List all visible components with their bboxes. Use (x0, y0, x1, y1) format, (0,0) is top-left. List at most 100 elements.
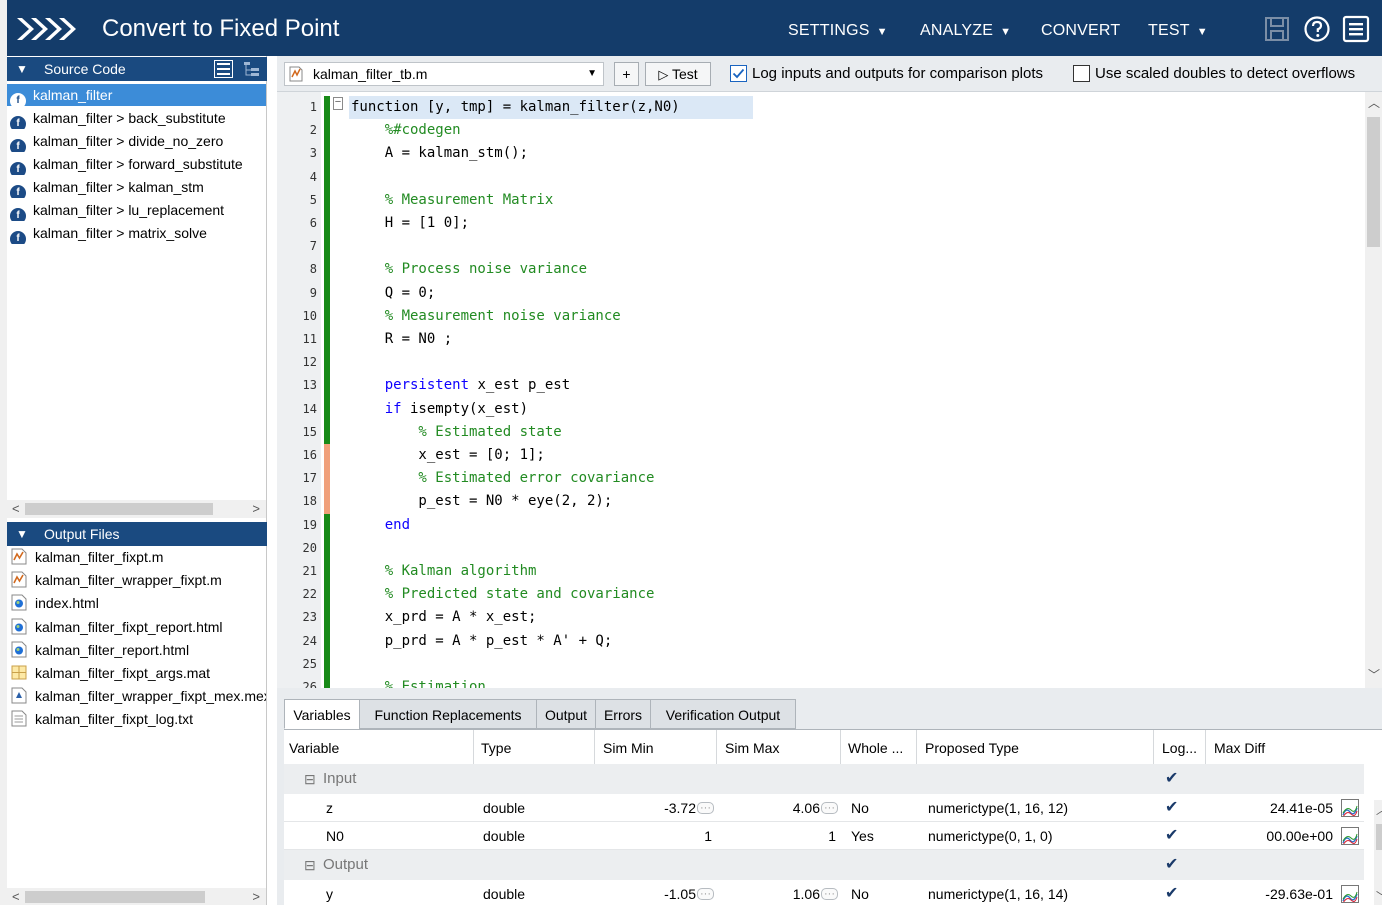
add-test-file-button[interactable]: + (614, 62, 639, 86)
test-button[interactable]: ▷ Test (645, 62, 711, 86)
tab-function-replacements[interactable]: Function Replacements (359, 699, 537, 729)
menu-icon[interactable] (1342, 15, 1370, 43)
column-separator[interactable] (716, 730, 717, 764)
collapse-minus-icon[interactable]: ⊟ (304, 850, 316, 880)
column-header[interactable]: Max Diff (1214, 740, 1265, 756)
log-inputs-checkbox[interactable] (730, 65, 747, 82)
source-item[interactable]: f kalman_filter > kalman_stm (7, 176, 266, 198)
comparison-plot-icon[interactable] (1341, 827, 1359, 845)
table-row[interactable]: y double -1.05 1.06 No numerictype(1, 16, 14)… (284, 880, 1364, 905)
code-line[interactable]: function [y, tmp] = kalman_filter(z,N0) (351, 96, 680, 119)
menu-convert[interactable]: CONVERT (1041, 21, 1120, 41)
scroll-left-icon[interactable]: < (12, 888, 20, 905)
scroll-up-icon[interactable]: ︿ (1368, 94, 1380, 111)
column-separator[interactable] (594, 730, 595, 764)
source-item[interactable]: f kalman_filter (7, 84, 266, 106)
code-line[interactable]: x_est = [0; 1]; (351, 444, 544, 467)
more-digits-icon[interactable] (821, 794, 838, 822)
code-line[interactable]: A = kalman_stm(); (351, 142, 528, 165)
scaled-doubles-label[interactable]: Use scaled doubles to detect overflows (1095, 65, 1355, 83)
code-line[interactable]: if isempty(x_est) (351, 398, 528, 421)
tab-variables[interactable]: Variables (284, 699, 360, 729)
help-icon[interactable] (1303, 15, 1331, 43)
scaled-doubles-checkbox[interactable] (1073, 65, 1090, 82)
code-line[interactable]: p_prd = A * p_est * A' + Q; (351, 630, 613, 653)
code-line[interactable]: % Process noise variance (351, 258, 587, 281)
column-header[interactable]: Sim Min (603, 740, 654, 756)
tab-errors[interactable]: Errors (595, 699, 651, 729)
table-row[interactable]: z double -3.72 4.06 No numerictype(1, 16, 12)… (284, 794, 1364, 822)
save-icon[interactable] (1263, 15, 1291, 43)
source-item[interactable]: f kalman_filter > back_substitute (7, 107, 266, 129)
code-line[interactable]: %#codegen (351, 119, 461, 142)
output-file-item[interactable]: kalman_filter_fixpt.m (7, 546, 266, 569)
table-group-row[interactable]: ⊟ Output ✔ (284, 850, 1364, 880)
column-separator[interactable] (473, 730, 474, 764)
column-separator[interactable] (1153, 730, 1154, 764)
log-inputs-label[interactable]: Log inputs and outputs for comparison pl… (752, 65, 1043, 83)
column-header[interactable]: Whole ... (848, 740, 903, 756)
output-file-item[interactable]: index.html (7, 592, 266, 615)
code-line[interactable]: % Kalman algorithm (351, 560, 537, 583)
more-digits-icon[interactable] (697, 880, 714, 905)
editor-vscrollbar[interactable]: ︿ ﹀ (1365, 92, 1382, 688)
output-file-item[interactable]: kalman_filter_report.html (7, 639, 266, 662)
output-file-item[interactable]: kalman_filter_fixpt_log.txt (7, 708, 266, 731)
scroll-left-icon[interactable]: < (12, 500, 20, 518)
source-hscrollbar[interactable]: < > (7, 500, 266, 518)
code-line[interactable]: % Estimated error covariance (351, 467, 654, 490)
code-line[interactable]: H = [1 0]; (351, 212, 469, 235)
column-separator[interactable] (840, 730, 841, 764)
column-header[interactable]: Log... (1162, 740, 1197, 756)
code-line[interactable]: % Measurement Matrix (351, 189, 554, 212)
column-header[interactable]: Sim Max (725, 740, 779, 756)
scroll-right-icon[interactable]: > (252, 500, 260, 518)
test-file-dropdown[interactable]: kalman_filter_tb.m ▼ (284, 62, 604, 86)
output-file-item[interactable]: kalman_filter_fixpt_args.mat (7, 662, 266, 685)
code-line[interactable]: Q = 0; (351, 282, 436, 305)
source-code-header[interactable]: ▼ Source Code (7, 57, 267, 81)
code-line[interactable]: p_est = N0 * eye(2, 2); (351, 490, 612, 513)
table-group-row[interactable]: ⊟ Input ✔ (284, 764, 1364, 794)
fold-toggle-icon[interactable]: − (333, 97, 343, 110)
output-hscrollbar[interactable]: < > (7, 888, 266, 905)
chevron-down-icon[interactable]: ▼ (587, 63, 597, 85)
menu-analyze[interactable]: ANALYZE ▼ (920, 21, 1011, 42)
menu-test[interactable]: TEST ▼ (1148, 21, 1208, 42)
scroll-down-icon[interactable]: ﹀ (1376, 888, 1382, 904)
comparison-plot-icon[interactable] (1341, 799, 1359, 817)
scroll-thumb[interactable] (1376, 824, 1382, 850)
comparison-plot-icon[interactable] (1341, 885, 1359, 903)
tree-view-icon[interactable] (242, 60, 261, 78)
code-line[interactable]: R = N0 ; (351, 328, 452, 351)
scroll-thumb[interactable] (25, 891, 205, 903)
code-line[interactable]: % Predicted state and covariance (351, 583, 655, 606)
output-file-item[interactable]: kalman_filter_wrapper_fixpt.m (7, 569, 266, 592)
column-header[interactable]: Variable (289, 740, 339, 756)
column-header[interactable]: Proposed Type (925, 740, 1019, 756)
tab-output[interactable]: Output (536, 699, 596, 729)
code-line[interactable]: % Estimated state (351, 421, 561, 444)
code-line[interactable]: % Estimation (351, 676, 486, 688)
code-editor[interactable]: 1 2 3 4 5 6 7 8 9 10 11 12 13 14 15 16 17 18 19 20 21 22 23 24 2… (277, 92, 1382, 688)
column-separator[interactable] (1205, 730, 1206, 764)
code-line[interactable]: end (351, 514, 410, 537)
column-header[interactable]: Type (481, 740, 511, 756)
source-item[interactable]: f kalman_filter > forward_substitute (7, 153, 266, 175)
more-digits-icon[interactable] (697, 794, 714, 822)
scroll-down-icon[interactable]: ﹀ (1368, 666, 1380, 683)
output-files-header[interactable]: ▼ Output Files (7, 522, 267, 546)
code-line[interactable]: x_prd = A * x_est; (351, 606, 537, 629)
tab-verification-output[interactable]: Verification Output (650, 699, 796, 729)
list-view-icon[interactable] (214, 60, 233, 78)
collapse-triangle-icon[interactable]: ▼ (16, 522, 28, 546)
table-vscrollbar[interactable]: ︿ ﹀ (1374, 800, 1382, 905)
code-line[interactable]: % Measurement noise variance (351, 305, 621, 328)
scroll-up-icon[interactable]: ︿ (1376, 802, 1382, 818)
scroll-right-icon[interactable]: > (252, 888, 260, 905)
column-separator[interactable] (916, 730, 917, 764)
code-line[interactable]: persistent x_est p_est (351, 374, 570, 397)
menu-settings[interactable]: SETTINGS ▼ (788, 21, 888, 42)
scroll-thumb[interactable] (1367, 117, 1380, 247)
table-row[interactable]: N0 double 1 1 Yes numerictype(0, 1, 0) ✔ 00.00e… (284, 822, 1364, 850)
